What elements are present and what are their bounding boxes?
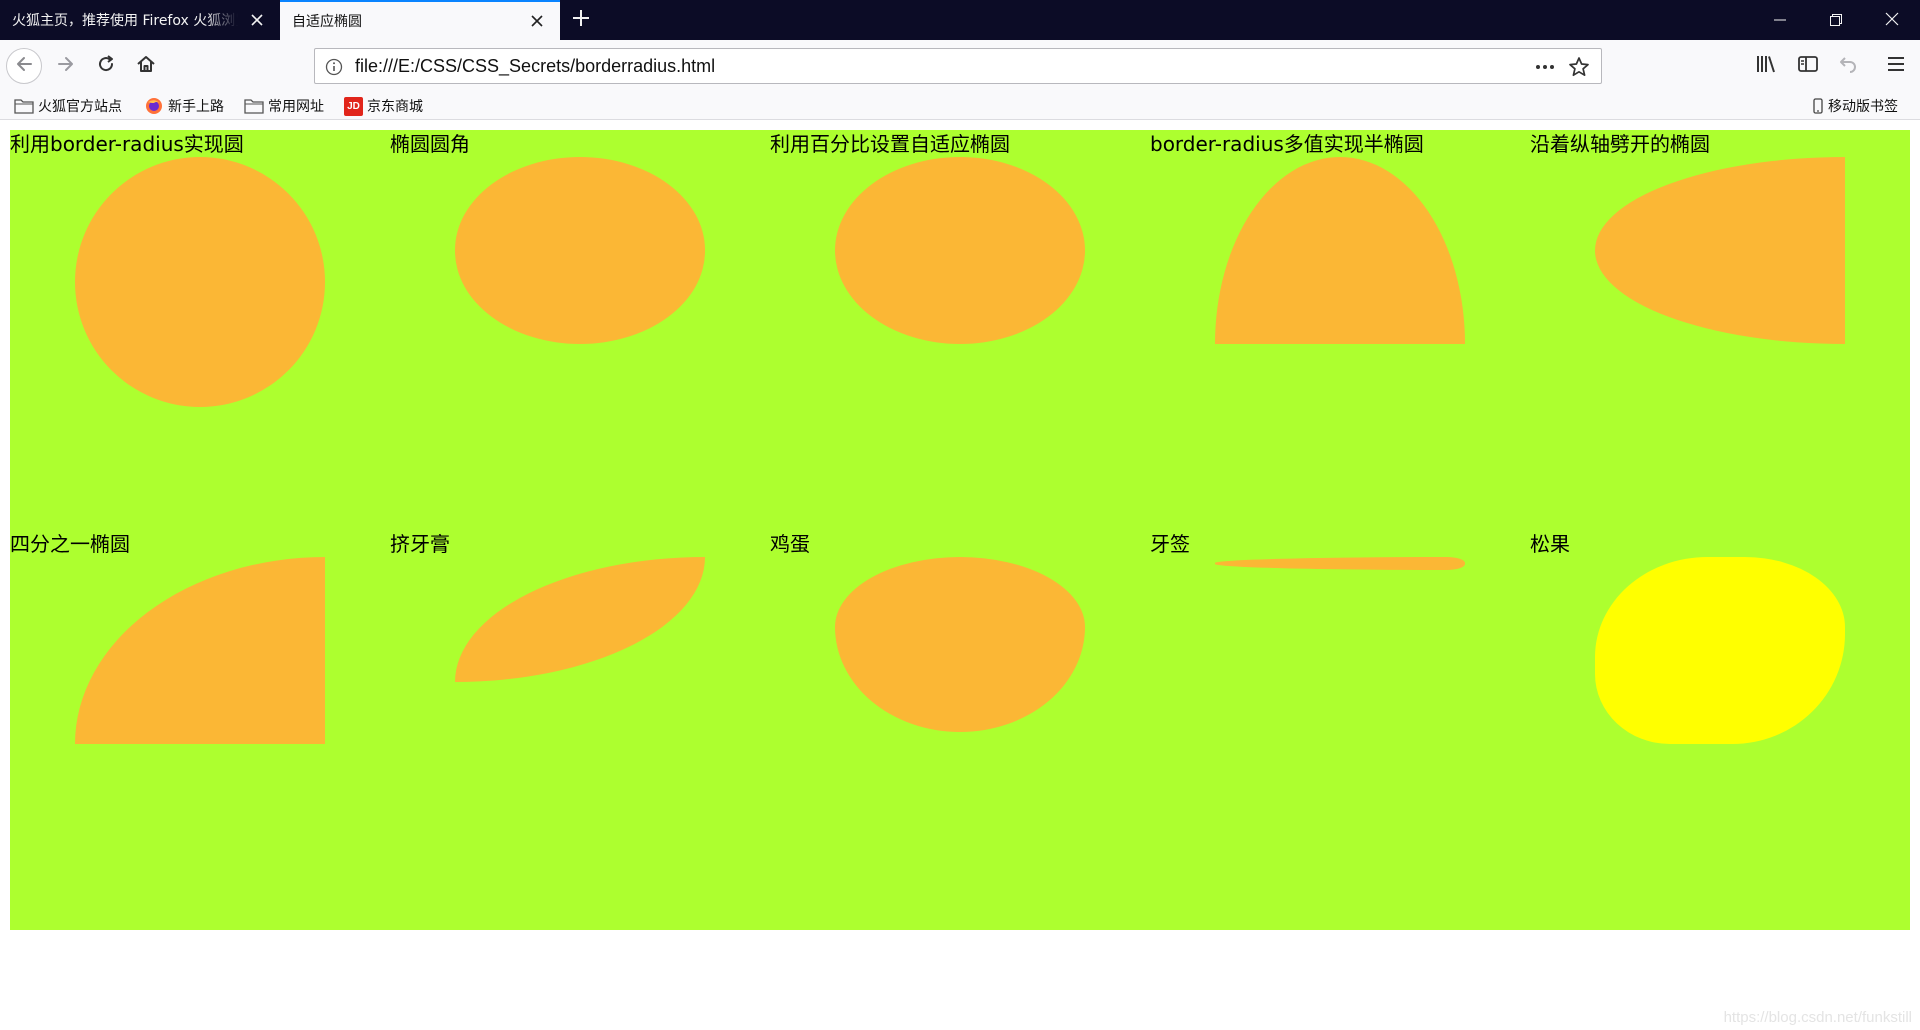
minimize-icon <box>1774 11 1786 30</box>
demo-half-ellipse: border-radius多值实现半椭圆 <box>1150 130 1530 530</box>
demo-label: 利用百分比设置自适应椭圆 <box>770 132 1010 156</box>
close-icon[interactable] <box>246 9 268 31</box>
reload-icon <box>96 54 116 78</box>
bookmarks-toolbar: 火狐官方站点 新手上路 常用网址 JD 京东商城 移动版书签 <box>0 92 1920 120</box>
demo-label: 松果 <box>1530 532 1570 556</box>
demo-label: border-radius多值实现半椭圆 <box>1150 132 1424 156</box>
demo-label: 四分之一椭圆 <box>10 532 130 556</box>
home-icon <box>136 54 156 78</box>
restore-icon <box>1830 11 1842 30</box>
arrow-left-icon <box>14 54 34 78</box>
minimize-button[interactable] <box>1752 0 1808 40</box>
demo-label: 沿着纵轴劈开的椭圆 <box>1530 132 1710 156</box>
quarter-ellipse-shape <box>75 557 325 744</box>
page-viewport: 利用border-radius实现圆 椭圆圆角 利用百分比设置自适应椭圆 bor… <box>0 121 1920 1030</box>
pine-cone-shape <box>1595 557 1845 744</box>
forward-button[interactable] <box>48 48 84 84</box>
egg-shape <box>835 557 1085 732</box>
toothpaste-shape <box>455 557 705 682</box>
demo-label: 挤牙膏 <box>390 532 450 556</box>
tab-title: 自适应椭圆 <box>292 14 362 30</box>
close-icon[interactable] <box>526 10 548 32</box>
library-button[interactable] <box>1748 48 1784 84</box>
back-button[interactable] <box>6 48 42 84</box>
demo-area: 利用border-radius实现圆 椭圆圆角 利用百分比设置自适应椭圆 bor… <box>10 130 1910 930</box>
menu-button[interactable] <box>1878 48 1914 84</box>
sidebar-icon <box>1797 54 1819 78</box>
demo-quarter-ellipse: 四分之一椭圆 <box>10 530 390 930</box>
demo-half-ellipse-vertical: 沿着纵轴劈开的椭圆 <box>1530 130 1910 530</box>
bookmark-firefox-official[interactable]: 火狐官方站点 <box>14 95 122 117</box>
plus-icon <box>572 9 590 31</box>
star-icon[interactable] <box>1567 55 1591 79</box>
demo-ellipse-percent: 利用百分比设置自适应椭圆 <box>770 130 1150 530</box>
tab-strip: 火狐主页，推荐使用 Firefox 火狐浏览器 自适应椭圆 <box>0 0 1920 40</box>
tab-adaptive-ellipse[interactable]: 自适应椭圆 <box>280 0 560 40</box>
demo-toothpick: 牙签 <box>1150 530 1530 930</box>
half-ellipse-shape <box>1215 157 1465 344</box>
bookmark-label: 火狐官方站点 <box>38 99 122 115</box>
bookmark-jd-mall[interactable]: JD 京东商城 <box>344 95 423 117</box>
bookmark-common-sites[interactable]: 常用网址 <box>244 95 324 117</box>
demo-toothpaste: 挤牙膏 <box>390 530 770 930</box>
demo-label: 椭圆圆角 <box>390 132 470 156</box>
sidebar-button[interactable] <box>1790 48 1826 84</box>
firefox-icon <box>144 97 164 115</box>
undo-close-button[interactable] <box>1830 48 1866 84</box>
bookmark-label: 常用网址 <box>268 99 324 115</box>
home-button[interactable] <box>128 48 164 84</box>
mobile-bookmarks-button[interactable]: 移动版书签 <box>1812 95 1898 117</box>
arrow-right-icon <box>56 54 76 78</box>
url-bar[interactable]: file:///E:/CSS/CSS_Secrets/borderradius.… <box>314 48 1602 84</box>
ellipse-percent-shape <box>835 157 1085 344</box>
tab-title: 火狐主页，推荐使用 Firefox 火狐浏览器 <box>12 13 238 29</box>
watermark: https://blog.csdn.net/funkstill <box>1723 1009 1912 1026</box>
demo-label: 鸡蛋 <box>770 532 810 556</box>
demo-ellipse: 椭圆圆角 <box>390 130 770 530</box>
demo-circle: 利用border-radius实现圆 <box>10 130 390 530</box>
hamburger-menu-icon <box>1887 55 1905 77</box>
toothpick-shape <box>1215 557 1465 570</box>
bookmark-label: 移动版书签 <box>1828 99 1898 115</box>
bookmark-label: 新手上路 <box>168 99 224 115</box>
demo-label: 利用border-radius实现圆 <box>10 132 244 156</box>
reload-button[interactable] <box>88 48 124 84</box>
demo-egg: 鸡蛋 <box>770 530 1150 930</box>
restore-button[interactable] <box>1808 0 1864 40</box>
undo-icon <box>1838 54 1858 78</box>
library-icon <box>1755 54 1777 78</box>
jd-icon-text: JD <box>347 100 360 112</box>
info-icon[interactable] <box>323 56 345 78</box>
demo-pine-cone: 松果 <box>1530 530 1910 930</box>
folder-icon <box>14 97 34 115</box>
ellipse-shape <box>455 157 705 344</box>
url-text[interactable]: file:///E:/CSS/CSS_Secrets/borderradius.… <box>355 49 715 83</box>
tab-firefox-home[interactable]: 火狐主页，推荐使用 Firefox 火狐浏览器 <box>0 0 280 40</box>
close-window-button[interactable] <box>1864 0 1920 40</box>
new-tab-button[interactable] <box>560 0 602 40</box>
bookmark-getting-started[interactable]: 新手上路 <box>144 95 224 117</box>
demo-label: 牙签 <box>1150 532 1190 556</box>
vertical-half-ellipse-shape <box>1595 157 1845 344</box>
jd-icon: JD <box>344 96 363 116</box>
close-icon <box>1885 11 1899 30</box>
bookmark-label: 京东商城 <box>367 99 423 115</box>
navigation-toolbar: file:///E:/CSS/CSS_Secrets/borderradius.… <box>0 40 1920 92</box>
folder-icon <box>244 97 264 115</box>
mobile-icon <box>1812 97 1824 115</box>
more-icon[interactable] <box>1533 56 1557 78</box>
circle-shape <box>75 157 325 407</box>
